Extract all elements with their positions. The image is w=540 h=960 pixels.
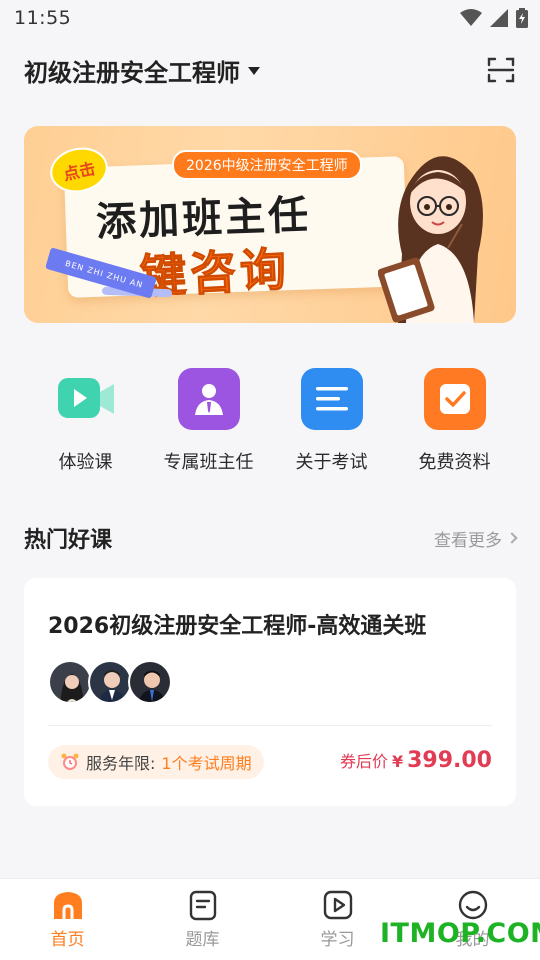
status-bar: 11:55 — [0, 0, 540, 36]
tab-question-bank[interactable]: 题库 — [135, 879, 270, 960]
price-label: 券后价 — [339, 752, 388, 771]
teacher-avatars — [48, 660, 172, 704]
exam-title: 初级注册安全工程师 — [24, 58, 240, 87]
status-time: 11:55 — [14, 7, 72, 29]
quick-label: 专属班主任 — [163, 452, 254, 473]
watermark-text: ITMOP.COM — [380, 918, 540, 949]
checkbox-icon — [423, 368, 486, 430]
price-block: 券后价 ¥ 399.00 — [340, 748, 492, 773]
tab-home[interactable]: 首页 — [0, 879, 135, 960]
home-icon — [53, 892, 82, 919]
course-card[interactable]: 2026初级注册安全工程师-高效通关班 服务年限: 1个考试周期 券后价 ¥ 3… — [24, 578, 516, 806]
signal-icon — [490, 9, 508, 27]
tab-label: 学习 — [320, 930, 355, 950]
avatar — [88, 660, 132, 704]
scan-button[interactable] — [486, 55, 516, 85]
quick-label: 体验课 — [58, 452, 113, 473]
promo-banner[interactable]: 2026中级注册安全工程师 点击 添加班主任 一键咨询 BEN ZHI ZHU … — [24, 126, 516, 323]
question-bank-icon — [189, 890, 216, 921]
system-icons — [460, 8, 528, 28]
alarm-clock-icon — [61, 753, 79, 770]
service-value: 1个考试周期 — [161, 754, 252, 773]
section-title: 热门好课 — [24, 528, 113, 553]
price-value: 399.00 — [407, 748, 492, 773]
quick-exclusive-teacher[interactable]: 专属班主任 — [147, 368, 270, 478]
quick-actions: 体验课 专属班主任 关于考试 免费资料 — [24, 368, 516, 478]
document-icon — [300, 368, 363, 430]
see-more-link[interactable]: 查看更多 — [434, 526, 518, 551]
quick-trial-course[interactable]: 体验课 — [24, 368, 147, 478]
quick-free-materials[interactable]: 免费资料 — [393, 368, 516, 478]
quick-label: 关于考试 — [295, 452, 368, 473]
exam-selector[interactable]: 初级注册安全工程师 — [24, 53, 260, 88]
see-more-label: 查看更多 — [434, 530, 502, 551]
teacher-icon — [177, 368, 240, 430]
tab-label: 首页 — [50, 930, 85, 950]
app-header: 初级注册安全工程师 — [0, 46, 540, 94]
service-label: 服务年限: — [86, 754, 156, 773]
video-icon — [55, 368, 117, 430]
quick-label: 免费资料 — [418, 452, 491, 473]
smile-icon — [458, 890, 487, 920]
avatar — [48, 660, 92, 704]
wifi-icon — [460, 9, 482, 26]
price-currency: ¥ — [391, 752, 404, 771]
caret-down-icon — [248, 67, 260, 75]
card-divider — [48, 725, 492, 726]
course-title: 2026初级注册安全工程师-高效通关班 — [48, 614, 427, 639]
scan-icon — [487, 57, 515, 83]
avatar — [128, 660, 172, 704]
banner-pill: 2026中级注册安全工程师 — [172, 150, 362, 180]
chevron-right-icon — [506, 532, 518, 544]
quick-about-exam[interactable]: 关于考试 — [270, 368, 393, 478]
hot-courses-header: 热门好课 查看更多 — [24, 518, 518, 558]
play-icon — [323, 890, 352, 920]
tab-label: 题库 — [185, 930, 220, 950]
advisor-illustration — [378, 156, 483, 323]
service-period-badge: 服务年限: 1个考试周期 — [48, 745, 264, 779]
battery-icon — [516, 8, 528, 28]
